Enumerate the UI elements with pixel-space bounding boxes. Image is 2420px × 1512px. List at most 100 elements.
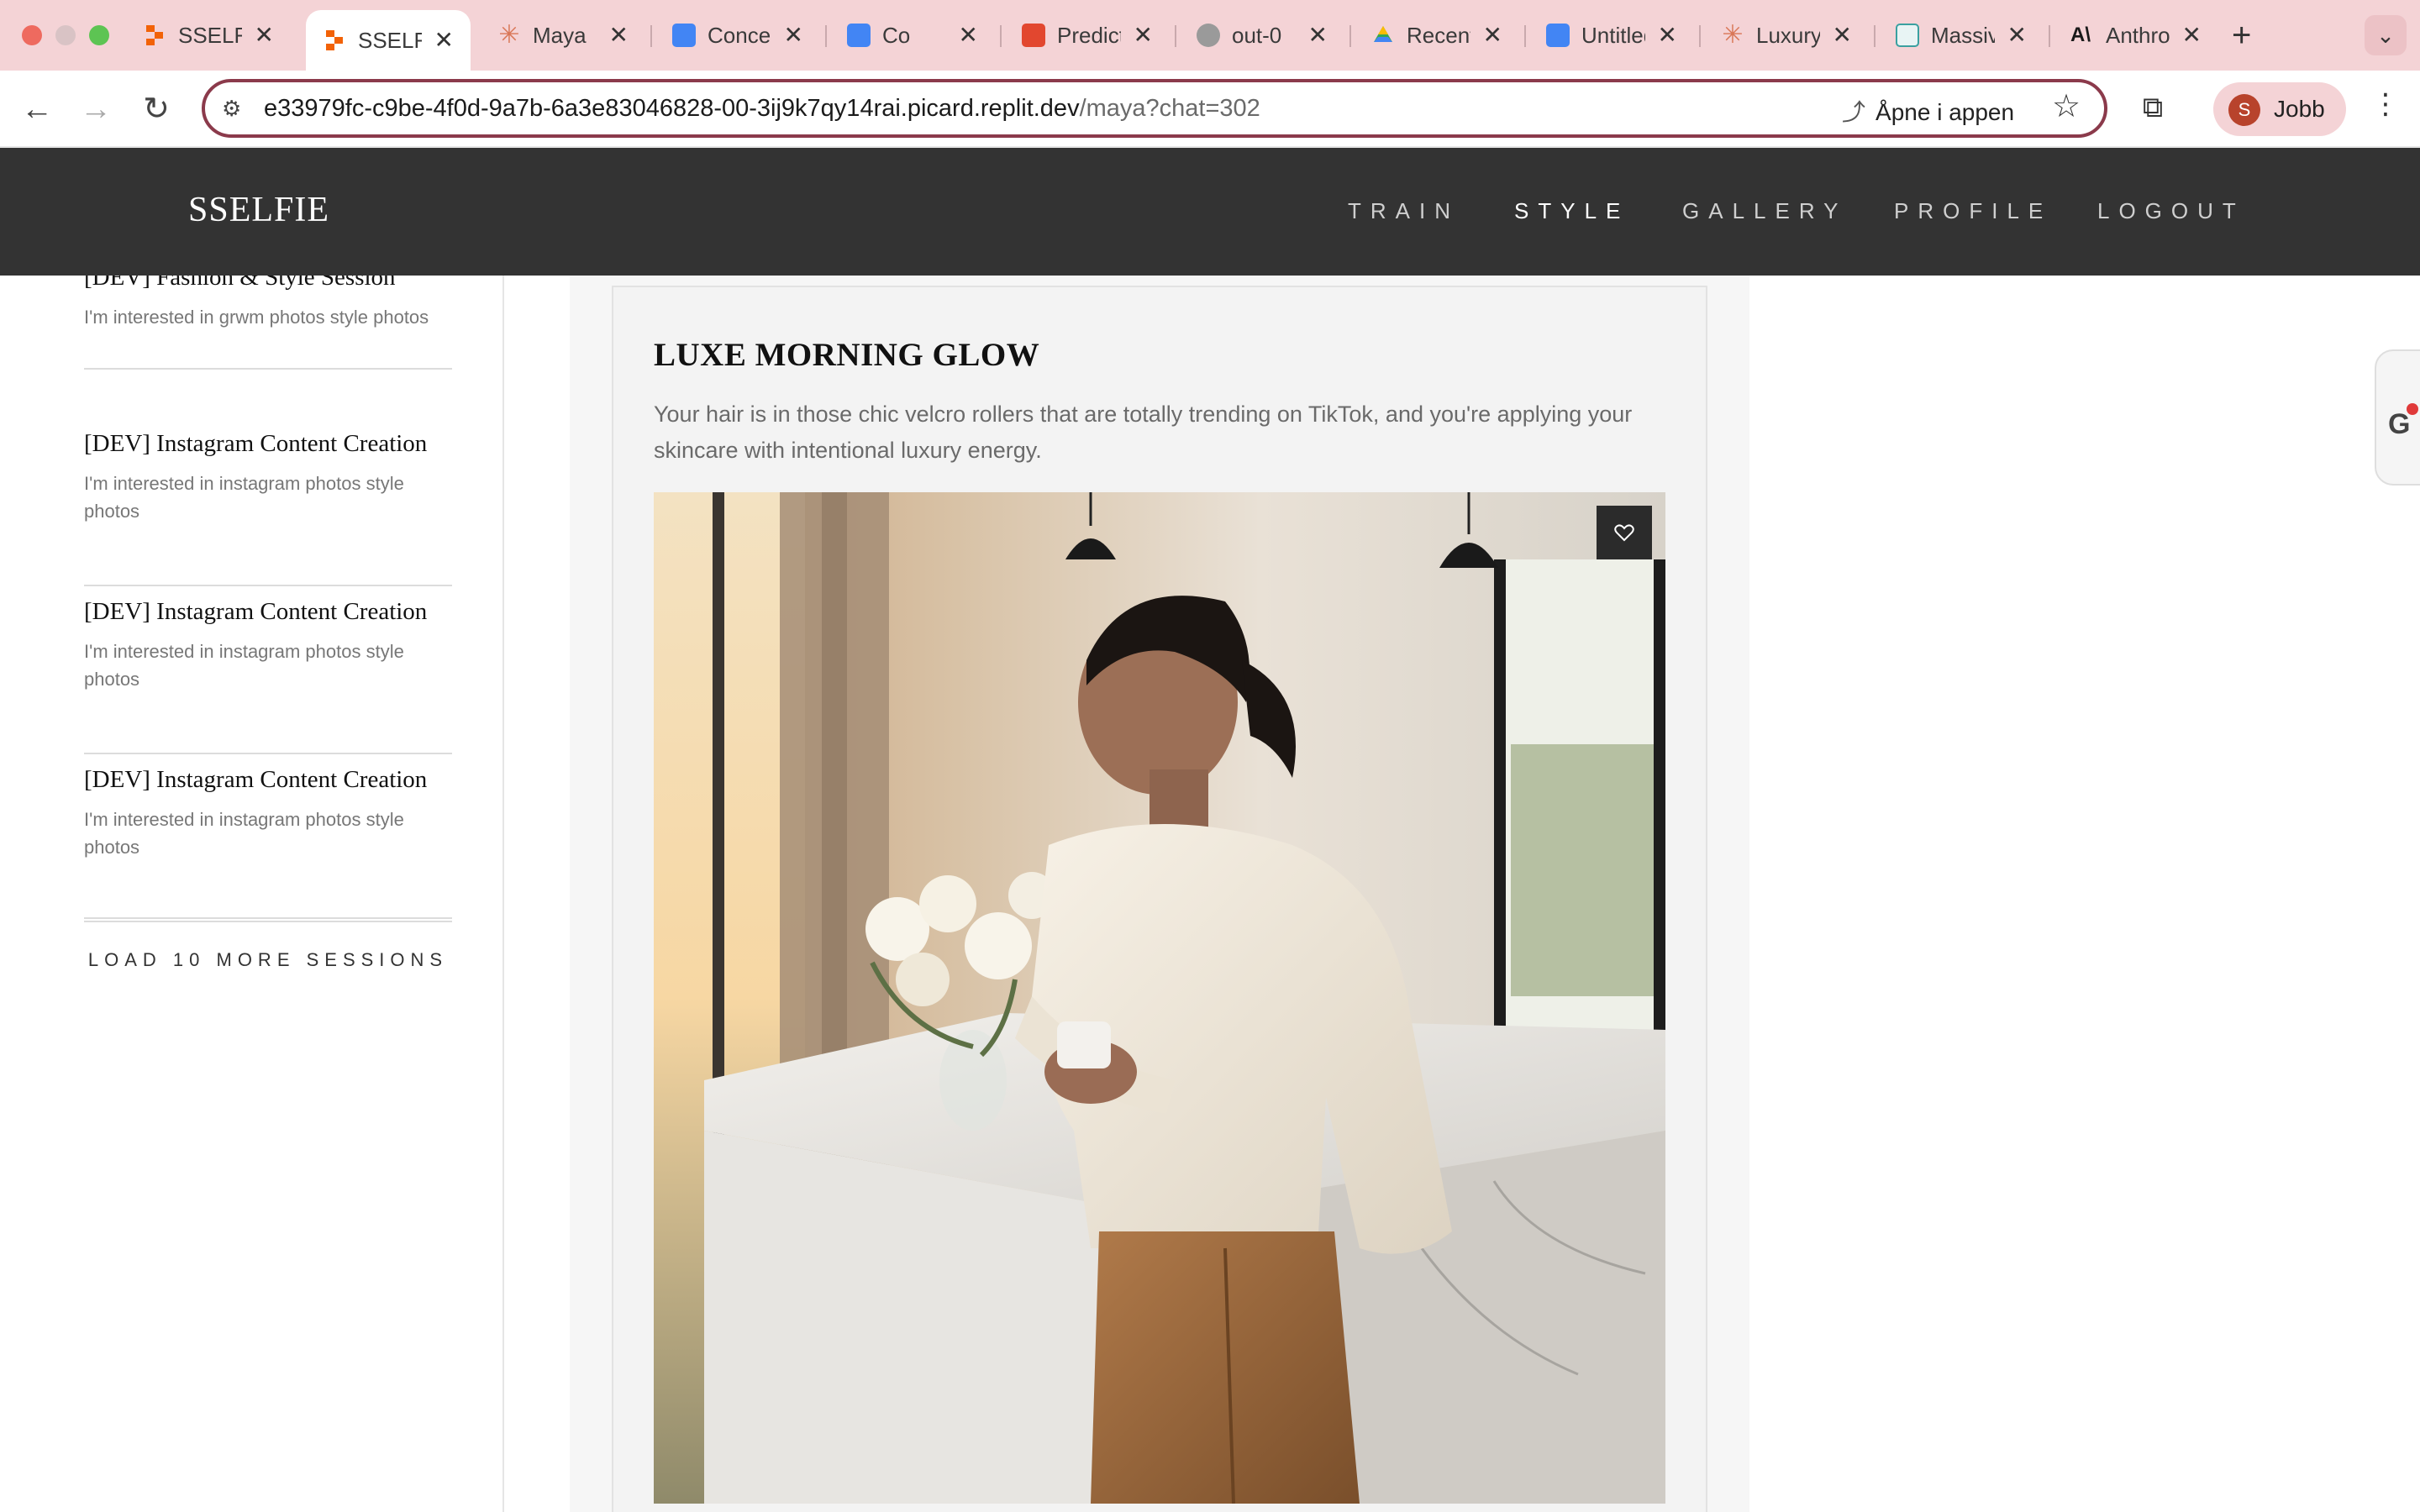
url-host: e33979fc-c9be-4f0d-9a7b-6a3e83046828-00-… [264,95,1080,122]
bookmark-star-icon[interactable]: ☆ [2052,87,2081,125]
app-icon [1896,24,1919,47]
tab-title: Anthropic [2106,22,2170,48]
back-arrow-icon[interactable]: ← [17,89,57,129]
reload-icon[interactable]: ↻ [136,89,176,129]
new-tab-button[interactable]: + [2232,15,2251,55]
close-tab-icon[interactable]: ✕ [959,24,978,47]
nav-gallery[interactable]: GALLERY [1682,198,1847,224]
more-menu-icon[interactable]: ⋮ [2371,87,2400,121]
nav-style[interactable]: STYLE [1514,198,1629,224]
session-item[interactable]: [DEV] Instagram Content Creation I'm int… [84,430,452,586]
tab-separator [1699,25,1701,47]
notification-dot [2407,403,2418,415]
maximize-window-button[interactable] [89,25,109,45]
replicate-icon [1022,24,1045,47]
concept-title: LUXE MORNING GLOW [654,337,1040,373]
load-more-sessions-button[interactable]: LOAD 10 MORE SESSIONS [84,917,452,971]
session-item[interactable]: [DEV] Fashion & Style Session I'm intere… [84,276,452,370]
tab-title: Untitled [1581,22,1645,48]
tab-title: SSELFIE [178,22,242,48]
concept-description: Your hair is in those chic velcro roller… [654,402,1633,463]
browser-tab-active[interactable]: SSELFIE ✕ [306,10,471,71]
close-window-button[interactable] [22,25,42,45]
tab-title: Predict [1057,22,1121,48]
replit-icon [143,24,166,47]
session-description: I'm interested in instagram photos style… [84,641,404,690]
nav-profile[interactable]: PROFILE [1894,198,2052,224]
site-header: SSELFIE TRAIN STYLE GALLERY PROFILE LOGO… [0,148,2420,276]
open-in-app-button[interactable]: ⤴ Åpne i appen [1842,94,2014,128]
site-settings-icon[interactable]: ⚙ [222,96,247,121]
tab-title: SSELFIE [358,27,422,53]
browser-tab[interactable]: out-0 ✕ [1180,12,1344,59]
session-title: [DEV] Instagram Content Creation [84,766,428,793]
close-tab-icon[interactable]: ✕ [1134,24,1153,47]
browser-tab[interactable]: Co ✕ [830,12,995,59]
extensions-puzzle-icon[interactable]: ⧉ [2133,87,2173,128]
browser-tab[interactable]: ✳ Maya ✕ [481,12,645,59]
heart-icon [1614,524,1634,542]
browser-tab[interactable]: Untitled ✕ [1529,12,1694,59]
tab-separator [1000,25,1002,47]
generated-photo[interactable] [654,492,1665,1504]
browser-tab[interactable]: Predict ✕ [1005,12,1170,59]
nav-logout[interactable]: LOGOUT [2097,198,2245,224]
minimize-window-button[interactable] [55,25,76,45]
tab-separator [1175,25,1176,47]
tab-separator [1524,25,1526,47]
globe-icon [1197,24,1220,47]
tab-title: Recent [1407,22,1470,48]
session-description: I'm interested in grwm photos style phot… [84,307,429,328]
browser-tab[interactable]: Concept ✕ [655,12,820,59]
browser-tab[interactable]: A\ Anthropic ✕ [2054,12,2218,59]
google-docs-icon [1546,24,1570,47]
close-tab-icon[interactable]: ✕ [1833,24,1852,47]
close-tab-icon[interactable]: ✕ [609,24,629,47]
session-item[interactable]: [DEV] Instagram Content Creation I'm int… [84,766,452,922]
tab-separator [2049,25,2050,47]
close-tab-icon[interactable]: ✕ [2007,24,2027,47]
session-title: [DEV] Instagram Content Creation [84,430,428,457]
forward-arrow-icon[interactable]: → [76,89,116,129]
tab-title: Massive [1931,22,1995,48]
tab-separator [1874,25,1876,47]
browser-tab-strip: SSELFIE ✕ SSELFIE ✕ ✳ Maya ✕ Concept ✕ C… [0,0,2420,71]
claude-icon: ✳ [498,21,520,49]
url-text[interactable]: e33979fc-c9be-4f0d-9a7b-6a3e83046828-00-… [264,95,1260,123]
assistant-icon: G [2388,408,2411,440]
close-tab-icon[interactable]: ✕ [434,29,454,52]
browser-tab[interactable]: ✳ Luxury ✕ [1704,12,1869,59]
tab-separator [650,25,652,47]
session-description: I'm interested in instagram photos style… [84,809,404,858]
close-tab-icon[interactable]: ✕ [1483,24,1502,47]
browser-tab[interactable]: Massive ✕ [1879,12,2044,59]
close-tab-icon[interactable]: ✕ [784,24,803,47]
favorite-heart-button[interactable] [1597,506,1652,559]
address-bar[interactable]: ⚙ e33979fc-c9be-4f0d-9a7b-6a3e83046828-0… [202,79,2107,138]
google-docs-icon [847,24,871,47]
browser-tab[interactable]: SSELFIE ✕ [126,12,291,59]
session-title: [DEV] Fashion & Style Session [84,276,396,291]
tab-title: Concept [708,22,771,48]
open-app-icon: ⤴ [1842,99,1866,125]
close-tab-icon[interactable]: ✕ [2182,24,2202,47]
session-item[interactable]: [DEV] Instagram Content Creation I'm int… [84,598,452,754]
tab-separator [1349,25,1351,47]
avatar: S [2228,94,2260,126]
close-tab-icon[interactable]: ✕ [255,24,274,47]
claude-icon: ✳ [1722,21,1744,49]
close-tab-icon[interactable]: ✕ [1308,24,1328,47]
session-description: I'm interested in instagram photos style… [84,473,404,522]
anthropic-icon: A\ [2070,24,2091,46]
replit-icon [323,29,346,52]
session-sidebar: [DEV] Fashion & Style Session I'm intere… [0,276,504,1512]
profile-button[interactable]: S Jobb [2213,82,2346,136]
browser-tab[interactable]: Recent ✕ [1355,12,1519,59]
tab-title: Maya [533,22,587,48]
tab-search-button[interactable]: ⌄ [2365,15,2407,55]
google-docs-icon [672,24,696,47]
close-tab-icon[interactable]: ✕ [1658,24,1677,47]
site-logo[interactable]: SSELFIE [188,190,329,230]
floating-assistant-widget[interactable]: G [2375,349,2420,486]
nav-train[interactable]: TRAIN [1348,198,1460,224]
